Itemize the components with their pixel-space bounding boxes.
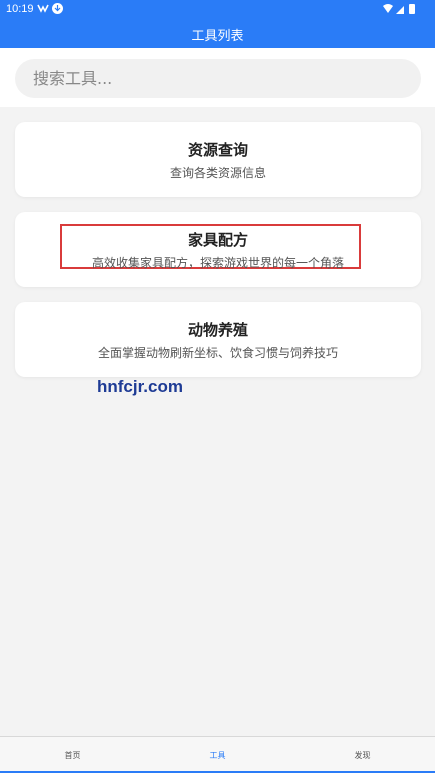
- tab-discover[interactable]: 发现: [290, 750, 435, 761]
- status-bar: 10:19: [0, 0, 435, 18]
- search-bar: [0, 48, 435, 107]
- search-input[interactable]: [15, 59, 421, 98]
- tool-card-furniture-recipes[interactable]: 家具配方 高效收集家具配方，探索游戏世界的每一个角落: [15, 212, 421, 287]
- watermark: hnfcjr.com: [97, 377, 183, 396]
- tab-home[interactable]: 首页: [0, 750, 145, 761]
- status-icons: [383, 4, 415, 14]
- battery-icon: [409, 4, 415, 14]
- tab-tools[interactable]: 工具: [145, 750, 290, 761]
- tool-card-resources[interactable]: 资源查询 查询各类资源信息: [15, 122, 421, 197]
- tool-card-animal-breeding[interactable]: 动物养殖 全面掌握动物刷新坐标、饮食习惯与饲养技巧: [15, 302, 421, 377]
- card-description: 全面掌握动物刷新坐标、饮食习惯与饲养技巧: [97, 346, 338, 360]
- card-title: 动物养殖: [187, 321, 248, 339]
- card-title: 资源查询: [187, 141, 248, 159]
- status-time: 10:19: [6, 3, 34, 15]
- wifi-icon: [383, 4, 393, 13]
- app-notification-icon: [37, 4, 49, 13]
- page-title: 工具列表: [191, 29, 244, 44]
- bottom-tab-bar: 首页 工具 发现: [0, 736, 435, 773]
- signal-icon: [396, 6, 404, 14]
- app-header: 10:19 工具列表: [0, 0, 435, 48]
- card-description: 查询各类资源信息: [169, 166, 266, 180]
- card-title: 家具配方: [187, 231, 248, 249]
- download-icon: [52, 3, 63, 14]
- card-description: 高效收集家具配方，探索游戏世界的每一个角落: [91, 256, 344, 270]
